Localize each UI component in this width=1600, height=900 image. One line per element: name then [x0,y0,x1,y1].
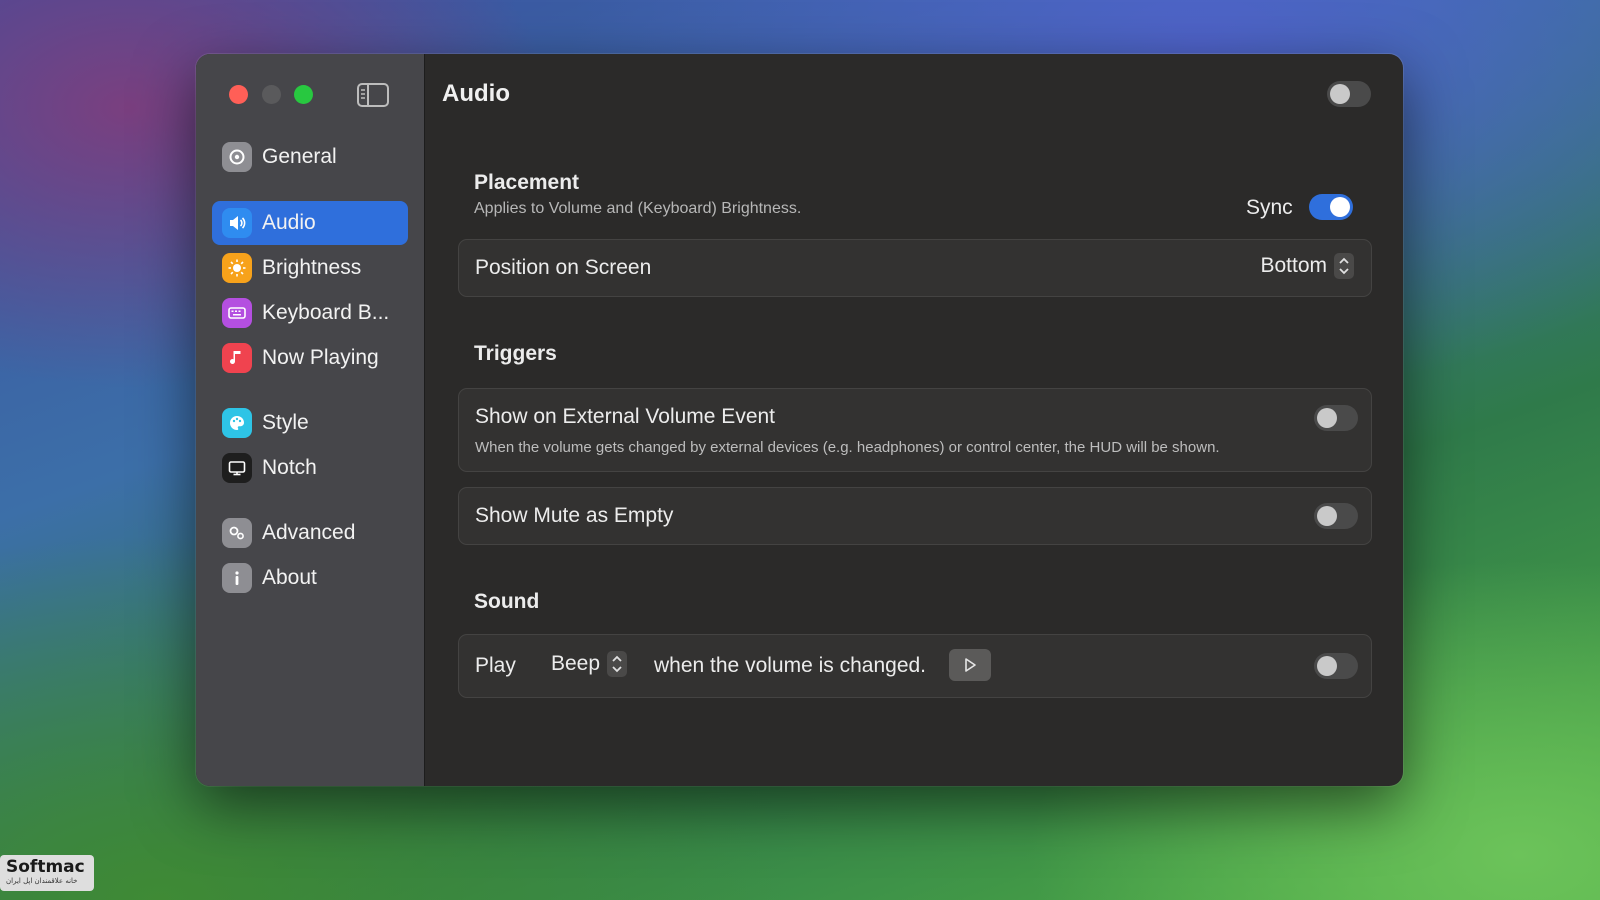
external-volume-description: When the volume gets changed by external… [475,439,1220,456]
mute-empty-toggle[interactable] [1314,503,1358,529]
sidebar-item-label: About [262,566,317,589]
sidebar-item-label: Now Playing [262,346,379,369]
keyboard-icon [222,298,252,328]
sound-section-title: Sound [474,590,540,613]
watermark-logo: Softmac خانه علاقمندان اپل ایران [0,855,94,891]
sidebar-item-keyboard-brightness[interactable]: Keyboard B... [212,291,408,335]
sidebar-item-advanced[interactable]: Advanced [212,511,408,555]
up-down-chevron-icon [607,651,628,677]
gear-icon [222,142,252,172]
external-volume-row: Show on External Volume Event When the v… [458,388,1372,472]
position-value: Bottom [1260,254,1327,277]
sidebar-item-label: Style [262,411,309,434]
sidebar-item-notch[interactable]: Notch [212,446,408,490]
sidebar-item-label: Keyboard B... [262,301,390,324]
display-icon [222,453,252,483]
audio-enabled-toggle[interactable] [1327,81,1371,107]
sound-enabled-toggle[interactable] [1314,653,1358,679]
mute-empty-row: Show Mute as Empty [458,487,1372,545]
sidebar-item-audio[interactable]: Audio [212,201,408,245]
mute-empty-label: Show Mute as Empty [475,504,674,527]
sound-suffix-label: when the volume is changed. [654,654,927,677]
watermark-tagline: خانه علاقمندان اپل ایران [6,877,78,885]
position-row: Position on Screen Bottom [458,239,1372,297]
maximize-window-button[interactable] [294,85,313,104]
speaker-icon [222,208,252,238]
play-icon [965,658,976,672]
position-label: Position on Screen [475,256,652,279]
sidebar: General Audio Brightness Keyboard B... N [196,54,425,786]
sync-label: Sync [1246,196,1293,219]
watermark-brand: Softmac [6,857,85,877]
sidebar-toggle-icon[interactable] [356,82,390,108]
position-select[interactable]: Bottom [1260,252,1355,280]
sidebar-item-general[interactable]: General [212,135,408,179]
info-icon [222,563,252,593]
close-window-button[interactable] [229,85,248,104]
sidebar-item-now-playing[interactable]: Now Playing [212,336,408,380]
placement-subtitle: Applies to Volume and (Keyboard) Brightn… [474,200,802,217]
sidebar-item-style[interactable]: Style [212,401,408,445]
content-pane: Audio Placement Applies to Volume and (K… [425,54,1403,786]
sidebar-item-label: Brightness [262,256,362,279]
sidebar-item-brightness[interactable]: Brightness [212,246,408,290]
sidebar-item-label: Advanced [262,521,356,544]
music-note-icon [222,343,252,373]
sidebar-item-about[interactable]: About [212,556,408,600]
palette-icon [222,408,252,438]
play-label: Play [475,654,516,677]
sidebar-item-label: General [262,145,337,168]
page-title: Audio [442,80,510,107]
external-volume-label: Show on External Volume Event [475,405,776,428]
sun-icon [222,253,252,283]
minimize-window-button[interactable] [262,85,281,104]
preview-sound-button[interactable] [949,649,991,681]
triggers-section-title: Triggers [474,342,557,365]
up-down-chevron-icon [1334,253,1354,279]
sound-row: Play Beep when the volume is changed. [458,634,1372,698]
placement-section-title: Placement [474,171,580,194]
settings-window: General Audio Brightness Keyboard B... N [196,54,1403,786]
sync-toggle[interactable] [1309,194,1353,220]
sidebar-item-label: Notch [262,456,317,479]
external-volume-toggle[interactable] [1314,405,1358,431]
sound-select[interactable]: Beep [551,650,628,678]
gears-icon [222,518,252,548]
sound-value: Beep [551,652,601,675]
sidebar-item-label: Audio [262,211,316,234]
